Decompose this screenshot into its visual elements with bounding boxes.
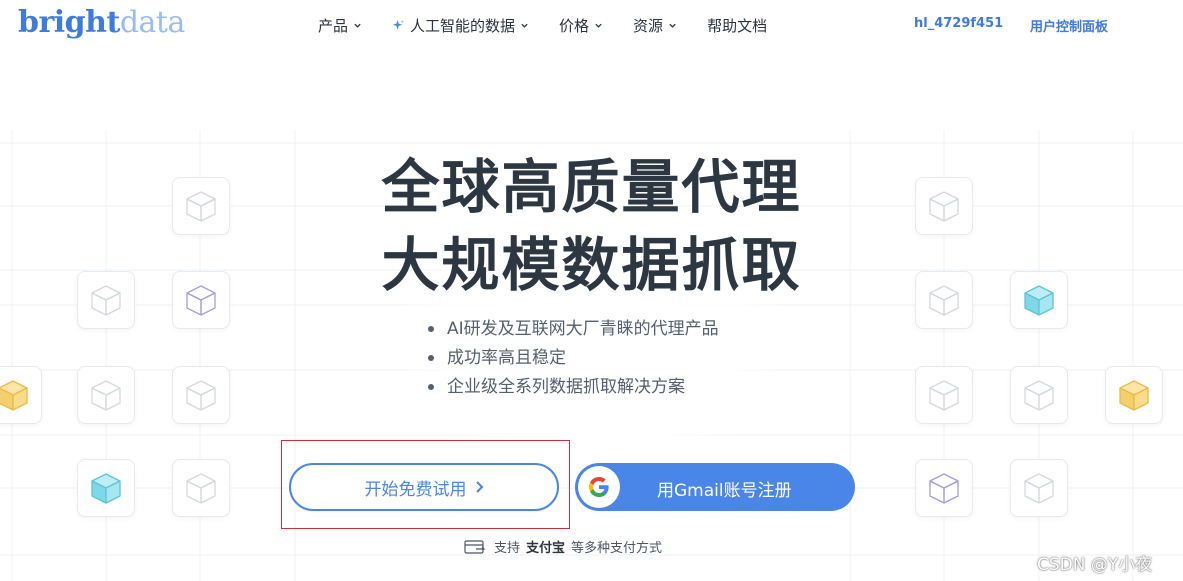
nav-item-label: 价格 (559, 16, 590, 35)
cube-icon (186, 285, 216, 316)
nav-item-pricing[interactable]: 价格 (559, 13, 603, 37)
credit-card-icon (464, 539, 486, 554)
cube-tile (1010, 271, 1068, 329)
header: brightdata 产品 人工智能的数据 价格 资源 帮助文档 hl_4729… (0, 0, 1183, 52)
cube-tile (915, 459, 973, 517)
cube-icon (91, 380, 121, 411)
button-label: 用Gmail账号注册 (657, 481, 792, 501)
start-free-trial-button[interactable]: 开始免费试用 (289, 463, 559, 511)
cube-tile (915, 271, 973, 329)
feature-text: 成功率高且稳定 (447, 347, 566, 368)
chevron-down-icon (521, 23, 528, 28)
chevron-down-icon (354, 23, 361, 28)
cube-icon (91, 473, 121, 504)
cube-tile (77, 366, 135, 424)
hero-title-line-1: 全球高质量代理 (381, 153, 802, 221)
logo[interactable]: brightdata (18, 3, 185, 43)
payment-note: 支持 支付宝 等多种支付方式 (464, 537, 662, 556)
cube-icon (929, 191, 959, 222)
cube-icon (1024, 473, 1054, 504)
hero-title-line-2: 大规模数据抓取 (381, 231, 802, 299)
cube-icon (186, 380, 216, 411)
list-item: 企业级全系列数据抓取解决方案 (428, 372, 719, 401)
dashboard-link[interactable]: 用户控制面板 (1030, 16, 1108, 35)
nav-item-label: 人工智能的数据 (410, 16, 516, 35)
nav-item-label: 产品 (318, 16, 349, 35)
nav-item-products[interactable]: 产品 (318, 13, 362, 37)
cube-tile (1010, 366, 1068, 424)
feature-list: AI研发及互联网大厂青睐的代理产品 成功率高且稳定 企业级全系列数据抓取解决方案 (428, 314, 719, 401)
bullet-dot-icon (428, 383, 434, 390)
account-link[interactable]: hl_4729f451 (914, 16, 1003, 31)
button-label: 开始免费试用 (364, 479, 467, 500)
cube-icon (929, 473, 959, 504)
feature-text: AI研发及互联网大厂青睐的代理产品 (447, 318, 719, 339)
cube-tile (915, 366, 973, 424)
cube-icon (929, 285, 959, 316)
cube-tile (0, 366, 42, 424)
cube-tile (1105, 366, 1163, 424)
cube-icon (929, 380, 959, 411)
cube-icon (1119, 380, 1149, 411)
cube-tile (172, 271, 230, 329)
chevron-down-icon (669, 23, 676, 28)
cube-tile (915, 177, 973, 235)
cube-icon (1024, 285, 1054, 316)
cube-tile (172, 459, 230, 517)
alipay-label: 支付宝 (526, 541, 566, 556)
cube-icon (91, 285, 121, 316)
main-nav: 产品 人工智能的数据 价格 资源 帮助文档 (318, 13, 797, 37)
list-item: AI研发及互联网大厂青睐的代理产品 (428, 314, 719, 343)
nav-item-docs[interactable]: 帮助文档 (707, 13, 767, 37)
payment-suffix: 等多种支付方式 (571, 541, 663, 556)
bullet-dot-icon (428, 354, 434, 361)
nav-item-resources[interactable]: 资源 (633, 13, 677, 37)
cube-tile (172, 366, 230, 424)
nav-item-label: 资源 (633, 16, 664, 35)
chevron-right-icon (475, 481, 483, 493)
nav-item-label: 帮助文档 (707, 16, 768, 35)
cube-tile (77, 459, 135, 517)
cube-icon (186, 473, 216, 504)
cube-icon (1024, 380, 1054, 411)
list-item: 成功率高且稳定 (428, 343, 719, 372)
cube-icon (0, 380, 28, 411)
watermark: CSDN @Y小夜 (1037, 555, 1153, 575)
nav-item-ai-data[interactable]: 人工智能的数据 (392, 13, 529, 37)
bullet-dot-icon (428, 325, 434, 332)
sparkle-icon (392, 19, 405, 30)
chevron-down-icon (595, 23, 602, 28)
cube-tile (172, 177, 230, 235)
gmail-signup-button[interactable]: 用Gmail账号注册 (575, 463, 855, 511)
logo-secondary: data (119, 5, 186, 40)
payment-prefix: 支持 (494, 541, 521, 556)
cube-tile (1010, 459, 1068, 517)
cube-tile (77, 271, 135, 329)
logo-primary: bright (18, 5, 120, 40)
google-logo-icon (578, 466, 620, 508)
cube-icon (186, 191, 216, 222)
page: brightdata 产品 人工智能的数据 价格 资源 帮助文档 hl_4729… (0, 0, 1183, 581)
feature-text: 企业级全系列数据抓取解决方案 (447, 376, 685, 397)
